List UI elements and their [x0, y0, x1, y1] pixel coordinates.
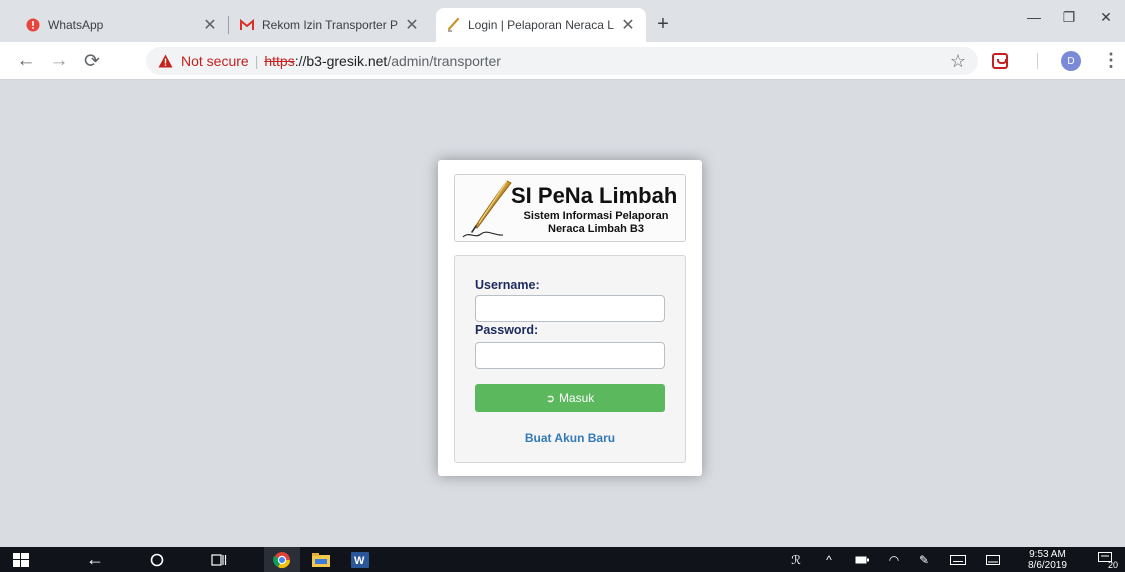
notification-center-icon[interactable]: 20 — [1096, 550, 1118, 570]
cortana-search-icon[interactable] — [144, 547, 170, 572]
omnibox-divider: | — [254, 53, 259, 69]
tab-login[interactable]: Login | Pelaporan Neraca Limb ✕ — [436, 8, 646, 42]
bookmark-star-icon[interactable]: ☆ — [950, 51, 966, 72]
browser-tab-strip: WhatsApp ✕ Rekom Izin Transporter PT. Su… — [0, 0, 1125, 42]
battery-icon[interactable] — [852, 547, 872, 572]
logo-subtitle-line-2: Neraca Limbah B3 — [548, 223, 644, 235]
address-bar[interactable]: Not secure | https ://b3-gresik.net /adm… — [146, 47, 978, 75]
logo-subtitle-line-1: Sistem Informasi Pelaporan — [523, 210, 669, 222]
window-close-icon[interactable]: ✕ — [1091, 4, 1121, 30]
page-content: SI PeNa Limbah Sistem Informasi Pelapora… — [0, 80, 1125, 547]
url-scheme: https — [264, 53, 295, 69]
login-button-label: Masuk — [558, 391, 595, 405]
taskbar-clock[interactable]: 9:53 AM 8/6/2019 — [1028, 549, 1067, 571]
sign-in-icon: ➲ — [545, 392, 555, 405]
windows-start-icon[interactable] — [8, 547, 34, 572]
alert-icon — [26, 18, 40, 32]
browser-toolbar: ← → ⟳ Not secure | https ://b3-gresik.ne… — [0, 42, 1125, 80]
people-icon[interactable]: ℛ — [786, 547, 806, 572]
password-label: Password: — [475, 323, 539, 337]
tab-gmail[interactable]: Rekom Izin Transporter PT. Sun ✕ — [230, 8, 430, 42]
warning-icon — [158, 54, 173, 68]
clock-date: 8/6/2019 — [1028, 560, 1067, 571]
not-secure-label[interactable]: Not secure — [181, 53, 249, 69]
create-account-link[interactable]: Buat Akun Baru — [455, 431, 685, 445]
forward-arrow-icon[interactable]: → — [47, 49, 71, 73]
minimize-icon[interactable]: — — [1019, 4, 1049, 30]
task-view-icon[interactable] — [206, 547, 232, 572]
clock-time: 9:53 AM — [1029, 549, 1066, 560]
login-button[interactable]: ➲ Masuk — [475, 384, 665, 412]
pocket-extension-icon[interactable] — [992, 53, 1008, 69]
tab-divider — [228, 16, 229, 34]
username-input[interactable] — [475, 295, 665, 322]
keyboard-icon[interactable] — [946, 547, 970, 572]
username-label: Username: — [475, 278, 540, 292]
wifi-icon[interactable]: ◠ — [884, 547, 904, 572]
toolbar-divider — [1037, 53, 1038, 69]
chrome-taskbar-icon[interactable] — [264, 547, 300, 572]
close-icon[interactable]: ✕ — [404, 17, 420, 34]
url-path: /admin/transporter — [387, 53, 501, 69]
close-icon[interactable]: ✕ — [202, 17, 218, 34]
windows-taskbar: ← W ℛ ^ ◠ ✎ 9:53 AM 8/6/2019 20 — [0, 547, 1125, 572]
chevron-up-icon[interactable]: ^ — [820, 547, 838, 572]
password-input[interactable] — [475, 342, 665, 369]
pen-icon[interactable]: ✎ — [914, 547, 934, 572]
login-form: Username: Password: ➲ Masuk Buat Akun Ba… — [454, 255, 686, 463]
logo-title: SI PeNa Limbah — [511, 183, 678, 208]
action-center-display-icon[interactable] — [982, 547, 1004, 572]
gmail-icon — [240, 18, 254, 32]
tab-title: Rekom Izin Transporter PT. Sun — [262, 18, 398, 32]
url-host: ://b3-gresik.net — [294, 53, 388, 69]
quill-logo-icon — [462, 180, 512, 238]
close-icon[interactable]: ✕ — [620, 17, 636, 34]
svg-text:W: W — [354, 555, 365, 567]
login-card: SI PeNa Limbah Sistem Informasi Pelapora… — [438, 160, 702, 476]
tab-title: WhatsApp — [48, 18, 104, 32]
menu-kebab-icon[interactable]: ⋮ — [1102, 50, 1120, 71]
quill-icon — [446, 18, 460, 32]
tab-whatsapp[interactable]: WhatsApp ✕ — [16, 8, 228, 42]
app-logo: SI PeNa Limbah Sistem Informasi Pelapora… — [454, 174, 686, 242]
file-explorer-icon[interactable] — [306, 547, 336, 572]
tab-title: Login | Pelaporan Neraca Limb — [468, 18, 614, 32]
word-icon[interactable]: W — [345, 547, 375, 572]
new-tab-plus-icon[interactable]: + — [652, 13, 674, 35]
profile-avatar[interactable]: D — [1061, 51, 1081, 71]
back-arrow-icon[interactable]: ← — [14, 49, 38, 73]
reload-icon[interactable]: ⟳ — [80, 49, 104, 73]
back-icon[interactable]: ← — [82, 547, 108, 572]
logo-subtitle: Sistem Informasi Pelaporan Neraca Limbah… — [513, 210, 679, 236]
restore-icon[interactable]: ❐ — [1054, 4, 1084, 30]
